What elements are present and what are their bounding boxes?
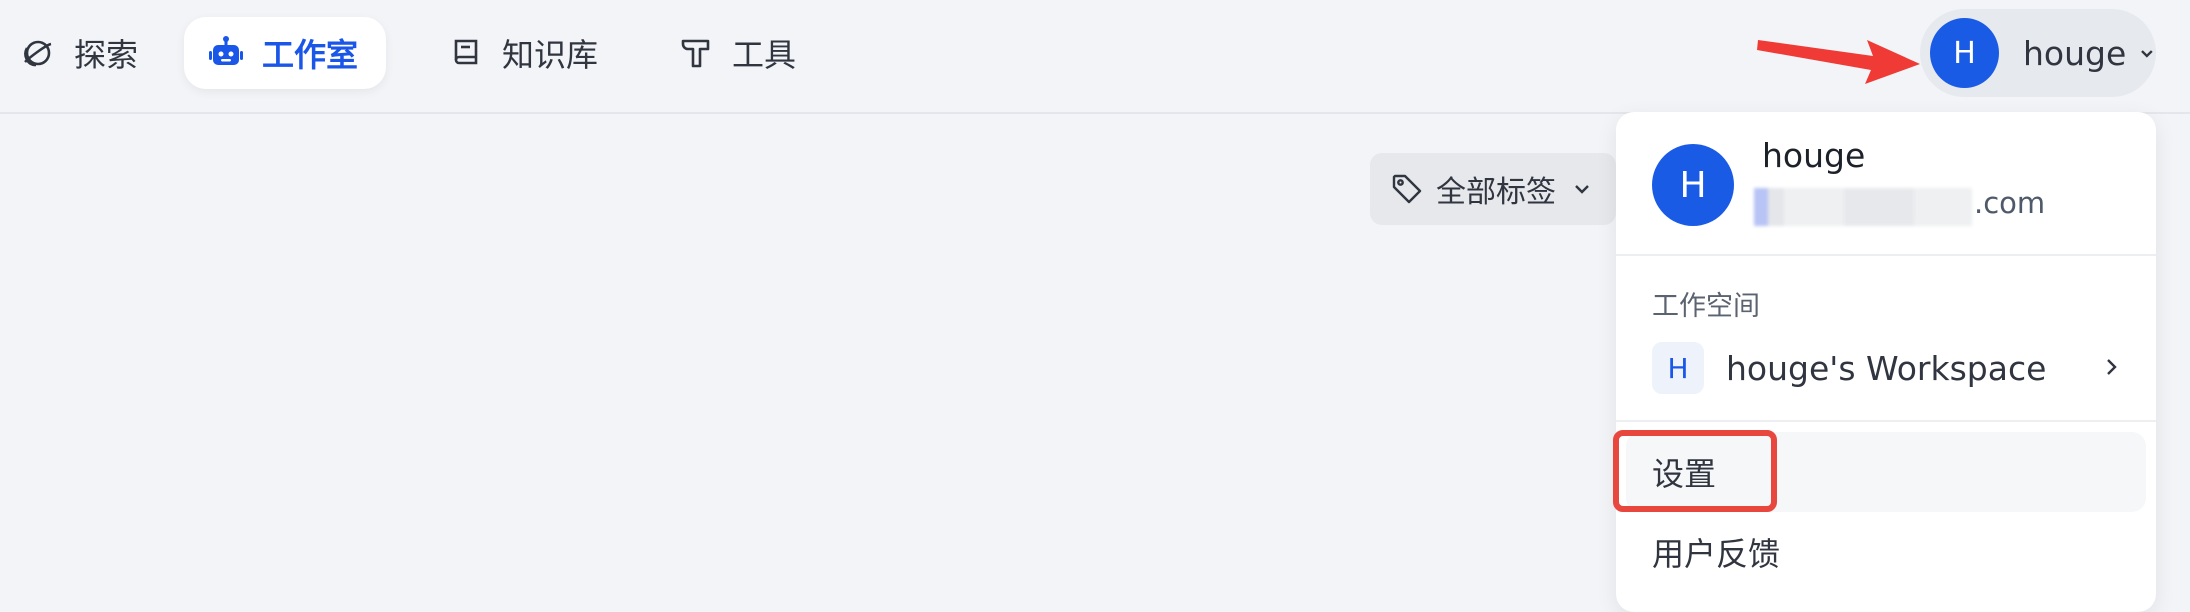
nav-tab-explore-label: 探索 bbox=[74, 36, 139, 74]
workspace-section-title: 工作空间 bbox=[1652, 291, 1760, 322]
workspace-badge-letter: H bbox=[1667, 351, 1689, 385]
user-profile-header: H houge .com bbox=[1616, 112, 2156, 256]
username-label: houge bbox=[2022, 33, 2127, 73]
tag-filter-label: 全部标签 bbox=[1436, 175, 1556, 210]
book-icon bbox=[454, 39, 478, 65]
chevron-down-icon bbox=[2141, 50, 2153, 58]
chevron-right-icon bbox=[2107, 359, 2117, 375]
profile-avatar: H bbox=[1652, 144, 1734, 226]
nav-tab-tools-label: 工具 bbox=[732, 36, 797, 74]
planet-icon bbox=[24, 40, 52, 67]
redacted-email bbox=[1754, 188, 1972, 226]
avatar-letter: H bbox=[1953, 35, 1976, 71]
divider bbox=[1616, 420, 2156, 422]
top-nav-bar: 探索 工作室 知识库 工具 H houge bbox=[0, 0, 2190, 114]
workspace-badge: H bbox=[1652, 342, 1704, 394]
nav-tab-studio[interactable]: 工作室 bbox=[184, 17, 386, 89]
profile-username: houge bbox=[1762, 136, 1866, 175]
hammer-icon bbox=[681, 39, 710, 68]
nav-tab-knowledge-base[interactable]: 知识库 bbox=[440, 17, 606, 89]
workspace-item[interactable]: H houge's Workspace bbox=[1652, 340, 2122, 396]
tag-filter-dropdown[interactable]: 全部标签 bbox=[1370, 153, 1616, 225]
chevron-down-icon bbox=[1575, 185, 1589, 194]
robot-icon bbox=[209, 36, 243, 65]
workspace-name: houge's Workspace bbox=[1726, 348, 2047, 388]
annotation-arrow bbox=[1757, 40, 1920, 84]
user-menu-button[interactable]: H houge bbox=[1920, 9, 2156, 97]
nav-tab-explore[interactable]: 探索 bbox=[12, 17, 146, 89]
feedback-label: 用户反馈 bbox=[1652, 535, 1781, 573]
user-dropdown-menu: H houge .com 工作空间 H houge's Workspace 设置… bbox=[1616, 112, 2156, 612]
nav-tab-tools[interactable]: 工具 bbox=[670, 17, 804, 89]
feedback-menu-item[interactable]: 用户反馈 bbox=[1626, 512, 2146, 592]
profile-email-suffix: .com bbox=[1974, 186, 2046, 220]
nav-tab-studio-label: 工作室 bbox=[262, 36, 359, 74]
avatar: H bbox=[1930, 18, 1999, 88]
tag-icon bbox=[1392, 174, 1422, 204]
profile-avatar-letter: H bbox=[1679, 164, 1707, 206]
nav-tab-knowledge-base-label: 知识库 bbox=[502, 36, 599, 74]
annotation-highlight-box bbox=[1613, 430, 1777, 512]
